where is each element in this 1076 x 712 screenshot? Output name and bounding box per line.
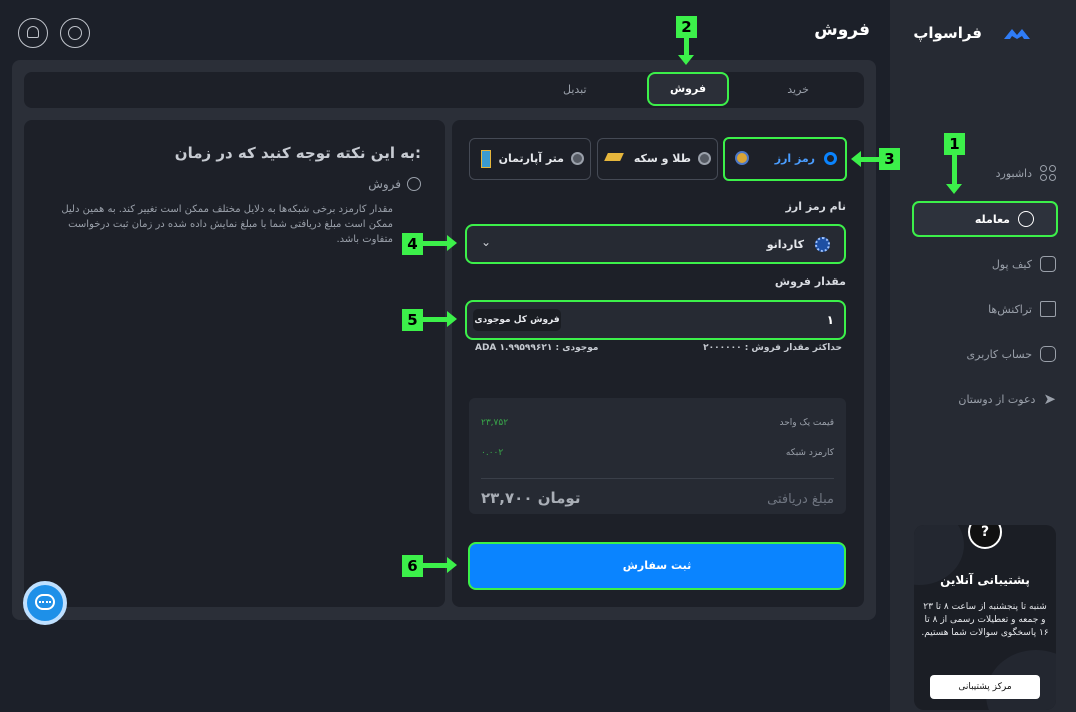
support-center-button[interactable]: مرکز پشتیبانی (930, 675, 1040, 699)
annotation-arrow-3 (851, 151, 879, 167)
annotation-badge-6: 6 (402, 555, 423, 577)
annotation-badge-1: 1 (944, 133, 965, 155)
receive-label: مبلغ دریافتی (767, 492, 834, 507)
sidebar: فراسواپ داشبورد معامله کیف پول تراکنش‌ها… (890, 0, 1076, 712)
asset-type-crypto[interactable]: رمز ارز (723, 137, 847, 181)
sell-all-button[interactable]: فروش کل موجودی (473, 309, 561, 331)
sidebar-item-label: تراکنش‌ها (988, 302, 1032, 316)
user-icon (1040, 346, 1056, 362)
sidebar-item-invite[interactable]: ➤ دعوت از دوستان (916, 384, 1056, 414)
amount-label: مقدار فروش (774, 275, 846, 288)
gold-bars-icon (604, 153, 624, 161)
amount-value: ۱ (826, 313, 834, 327)
brand[interactable]: فراسواپ (913, 24, 1030, 42)
exchange-icon (1018, 211, 1034, 227)
annotation-arrow-1 (946, 155, 962, 194)
max-amount: حداکثر مقدار فروش : ۲۰۰۰۰۰۰ (703, 343, 842, 353)
sidebar-item-account[interactable]: حساب کاربری (916, 339, 1056, 369)
sidebar-item-wallet[interactable]: کیف پول (916, 249, 1056, 279)
annotation-arrow-4 (423, 235, 457, 251)
sidebar-item-transactions[interactable]: تراکنش‌ها (916, 294, 1056, 324)
asset-type-label: متر آپارتمان (498, 152, 564, 165)
grid-icon (1040, 165, 1056, 181)
sidebar-item-label: حساب کاربری (966, 347, 1032, 361)
tab-convert[interactable]: تبدیل (563, 83, 587, 96)
profile-icon[interactable] (60, 18, 90, 48)
annotation-arrow-5 (423, 311, 457, 327)
support-title: پشتیبانی آنلاین (940, 573, 1030, 587)
sidebar-item-label: دعوت از دوستان (958, 392, 1036, 406)
cardano-icon (815, 237, 830, 252)
coin-value: کاردانو (766, 238, 804, 251)
sidebar-item-trade[interactable]: معامله (912, 201, 1058, 237)
coin-label: نام رمز ارز (785, 200, 846, 213)
receipt-icon (1040, 301, 1056, 317)
brand-logo-icon (1004, 29, 1030, 39)
sidebar-item-label: داشبورد (995, 166, 1032, 180)
notice-title: به این نکته توجه کنید که در زمان: (174, 144, 421, 162)
user-circle-icon (407, 177, 421, 191)
crypto-coins-icon (735, 151, 749, 165)
radio-icon (698, 152, 711, 165)
unit-price-label: قیمت یک واحد (779, 418, 834, 428)
order-form-panel: رمز ارز طلا و سکه متر آپارتمان نام رمز ا… (452, 120, 864, 607)
annotation-arrow-2 (678, 38, 694, 65)
receive-value: ۲۳,۷۰۰ تومان (481, 489, 581, 507)
page-title: فروش (814, 20, 870, 40)
tab-bar: خرید فروش تبدیل (24, 72, 864, 108)
building-icon (481, 150, 491, 168)
notification-bell-icon[interactable] (18, 18, 48, 48)
support-text: شنبه تا پنجشنبه از ساعت ۸ تا ۲۳ و جمعه و… (921, 602, 1049, 638)
sidebar-item-dashboard[interactable]: داشبورد (916, 158, 1056, 188)
network-fee-value: ۰.۰۰۲ (481, 448, 504, 458)
wallet-icon (1040, 256, 1056, 272)
notice-text: مقدار کارمزد برخی شبکه‌ها به دلایل مختلف… (61, 204, 393, 245)
asset-type-label: رمز ارز (774, 152, 815, 165)
radio-icon (571, 152, 584, 165)
divider (481, 478, 834, 479)
unit-price-value: ۲۳,۷۵۲ (481, 418, 509, 428)
sidebar-item-label: معامله (974, 212, 1010, 226)
asset-type-label: طلا و سکه (633, 152, 691, 165)
submit-order-button[interactable]: ثبت سفارش (468, 542, 846, 590)
coin-select[interactable]: ⌄ کاردانو (465, 224, 846, 264)
annotation-badge-4: 4 (402, 233, 423, 255)
annotation-arrow-6 (423, 557, 457, 573)
send-icon: ➤ (1043, 390, 1056, 408)
sidebar-item-label: کیف پول (991, 257, 1032, 271)
annotation-badge-2: 2 (676, 16, 697, 38)
network-fee-label: کارمزد شبکه (785, 448, 834, 458)
chevron-down-icon: ⌄ (481, 235, 492, 249)
radio-selected-icon (824, 152, 837, 165)
brand-name: فراسواپ (913, 24, 982, 42)
asset-type-gold[interactable]: طلا و سکه (597, 138, 718, 180)
annotation-badge-5: 5 (402, 309, 423, 331)
help-icon: ? (968, 525, 1002, 549)
chat-icon[interactable] (23, 581, 67, 625)
tab-buy[interactable]: خرید (787, 83, 809, 96)
notice-subtitle: فروش (368, 177, 401, 191)
asset-type-apartment[interactable]: متر آپارتمان (469, 138, 591, 180)
balance: موجودی : ADA ۱.۹۹۵۹۹۶۲۱ (475, 343, 599, 353)
tab-sell[interactable]: فروش (647, 72, 729, 106)
support-card: ? پشتیبانی آنلاین شنبه تا پنجشنبه از ساع… (914, 525, 1056, 710)
notice-panel: به این نکته توجه کنید که در زمان: فروش م… (24, 120, 445, 607)
order-summary: قیمت یک واحد ۲۳,۷۵۲ کارمزد شبکه ۰.۰۰۲ مب… (469, 398, 846, 514)
amount-input[interactable]: ۱ فروش کل موجودی (465, 300, 846, 340)
annotation-badge-3: 3 (879, 148, 900, 170)
